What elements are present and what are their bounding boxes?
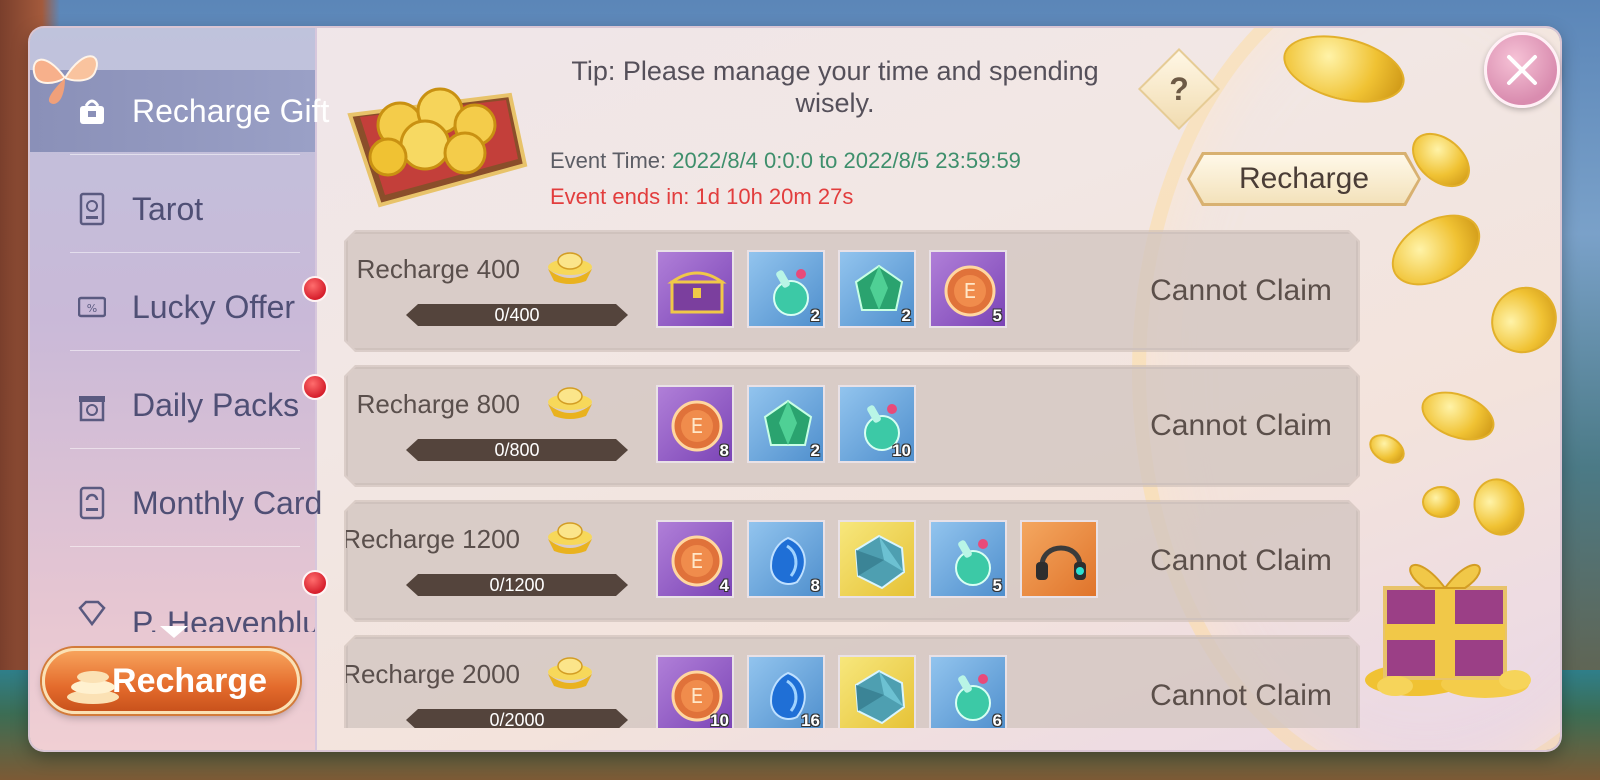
notification-dot-daily-packs (302, 374, 328, 400)
reward-item[interactable]: 6 (929, 655, 1007, 728)
reward-item[interactable]: 2 (747, 385, 825, 463)
sidebar-divider (70, 252, 300, 253)
chevron-down-icon[interactable] (160, 626, 188, 638)
svg-text:E: E (691, 414, 704, 438)
item-count: 16 (801, 711, 820, 728)
question-mark-icon: ? (1169, 71, 1189, 107)
svg-text:E: E (691, 549, 704, 573)
sidebar-item-daily-packs[interactable]: Daily Packs (30, 364, 315, 446)
item-count: 10 (710, 711, 729, 728)
event-time: Event Time: 2022/8/4 0:0:0 to 2022/8/5 2… (550, 148, 1021, 174)
reward-item[interactable]: 16 (747, 655, 825, 728)
svg-text:E: E (691, 684, 704, 708)
close-button[interactable] (1484, 32, 1560, 108)
gold-coin-decoration (1422, 486, 1460, 518)
reward-item[interactable] (1020, 520, 1098, 598)
item-count: 2 (901, 306, 911, 325)
recharge-progress-bar: 0/2000 (406, 709, 628, 728)
event-countdown: Event ends in: 1d 10h 20m 27s (550, 184, 854, 209)
recharge-progress-bar: 0/1200 (406, 574, 628, 596)
svg-text:%: % (87, 302, 97, 315)
item-count: 4 (719, 576, 729, 595)
reward-item[interactable] (656, 250, 734, 328)
reward-tier-title: Recharge 800 (356, 389, 520, 419)
reward-item[interactable]: E8 (656, 385, 734, 463)
reward-item[interactable]: 2 (838, 250, 916, 328)
tip-text: Tip: Please manage your time and spendin… (571, 56, 1099, 118)
sidebar-recharge-label: Recharge (112, 661, 267, 700)
sidebar-item-label: Monthly Card (132, 484, 323, 521)
gold-ingot-icon (548, 387, 592, 419)
coin-stack-icon (67, 671, 119, 704)
sidebar-item-label: Recharge Gift (132, 92, 330, 129)
gold-ingot-icon (548, 252, 592, 284)
diamond-icon (78, 598, 106, 632)
sidebar-divider (70, 350, 300, 351)
tarot-card-icon (78, 192, 106, 226)
item-count: 8 (810, 576, 820, 595)
event-time-value: 2022/8/4 0:0:0 to 2022/8/5 23:59:59 (672, 148, 1021, 173)
close-icon (1507, 55, 1537, 85)
treasure-gift-box-icon (1365, 564, 1531, 698)
reward-item[interactable]: 5 (929, 520, 1007, 598)
reward-item[interactable]: 2 (747, 250, 825, 328)
reward-row: Recharge 1200 0/1200 E 4 8 5 Cannot Claim (346, 502, 1358, 620)
item-count: 6 (992, 711, 1002, 728)
event-time-label: Event Time: (550, 148, 673, 173)
gold-ingot-icon (548, 522, 592, 554)
monthly-card-icon (78, 486, 106, 520)
butterfly-icon (32, 55, 98, 104)
item-count: 2 (810, 441, 820, 460)
sidebar-item-lucky-offer[interactable]: % Lucky Offer (30, 266, 315, 348)
claim-status[interactable]: Cannot Claim (1136, 409, 1346, 443)
svg-text:E: E (964, 279, 977, 303)
notification-dot-lucky-offer (302, 276, 328, 302)
item-count: 8 (719, 441, 729, 460)
reward-item[interactable]: 8 (747, 520, 825, 598)
sidebar-item-tarot[interactable]: Tarot (30, 168, 315, 250)
sidebar-divider (70, 448, 300, 449)
item-count: 2 (810, 306, 820, 325)
reward-item[interactable]: 10 (838, 385, 916, 463)
gold-coin-chest-icon (347, 87, 528, 208)
recharge-progress-bar: 0/400 (406, 304, 628, 326)
reward-item[interactable]: E5 (929, 250, 1007, 328)
reward-tier-title: Recharge 2000 (342, 659, 520, 689)
reward-tier-title: Recharge 400 (356, 254, 520, 284)
reward-row: Recharge 400 0/400 2 2 E 5 Cannot Claim (346, 232, 1358, 350)
sidebar-item-label: Tarot (132, 190, 204, 227)
gift-box-icon (78, 388, 106, 422)
item-count: 10 (892, 441, 911, 460)
discount-ticket-icon: % (77, 290, 107, 324)
sidebar-item-monthly-card[interactable]: Monthly Card (30, 462, 322, 544)
reward-item[interactable] (838, 655, 916, 728)
recharge-button[interactable]: Recharge (1190, 155, 1418, 203)
reward-row: Recharge 800 0/800 E 8 2 10 Cannot Claim (346, 367, 1358, 485)
sidebar-divider (70, 546, 300, 547)
reward-tier-title: Recharge 1200 (342, 524, 520, 554)
gold-ingot-icon (548, 657, 592, 689)
claim-status[interactable]: Cannot Claim (1136, 274, 1346, 308)
reward-list[interactable]: Recharge 400 0/400 2 2 E 5 Cannot Claim Recharg… (330, 228, 1380, 728)
sidebar-item-label: Daily Packs (132, 386, 300, 423)
claim-status[interactable]: Cannot Claim (1136, 679, 1346, 713)
sidebar: Recharge Gift Tarot % Lucky Offer Daily … (30, 28, 329, 750)
recharge-progress-bar: 0/800 (406, 439, 628, 461)
sidebar-divider (70, 154, 300, 155)
claim-status[interactable]: Cannot Claim (1136, 544, 1346, 578)
sidebar-recharge-button[interactable]: Recharge (42, 648, 300, 714)
reward-row: Recharge 2000 0/2000 E 10 16 6 Cannot Claim (346, 637, 1358, 728)
reward-item[interactable]: E4 (656, 520, 734, 598)
sidebar-item-p-heavenblue[interactable]: P. Heavenblue (30, 560, 315, 632)
recharge-button-label: Recharge (1238, 162, 1370, 195)
item-count: 5 (992, 576, 1002, 595)
reward-item[interactable] (838, 520, 916, 598)
item-count: 5 (992, 306, 1002, 325)
reward-item[interactable]: E 10 (656, 655, 734, 728)
notification-dot-p-heavenblue (302, 570, 328, 596)
sidebar-item-label: Lucky Offer (132, 288, 296, 325)
